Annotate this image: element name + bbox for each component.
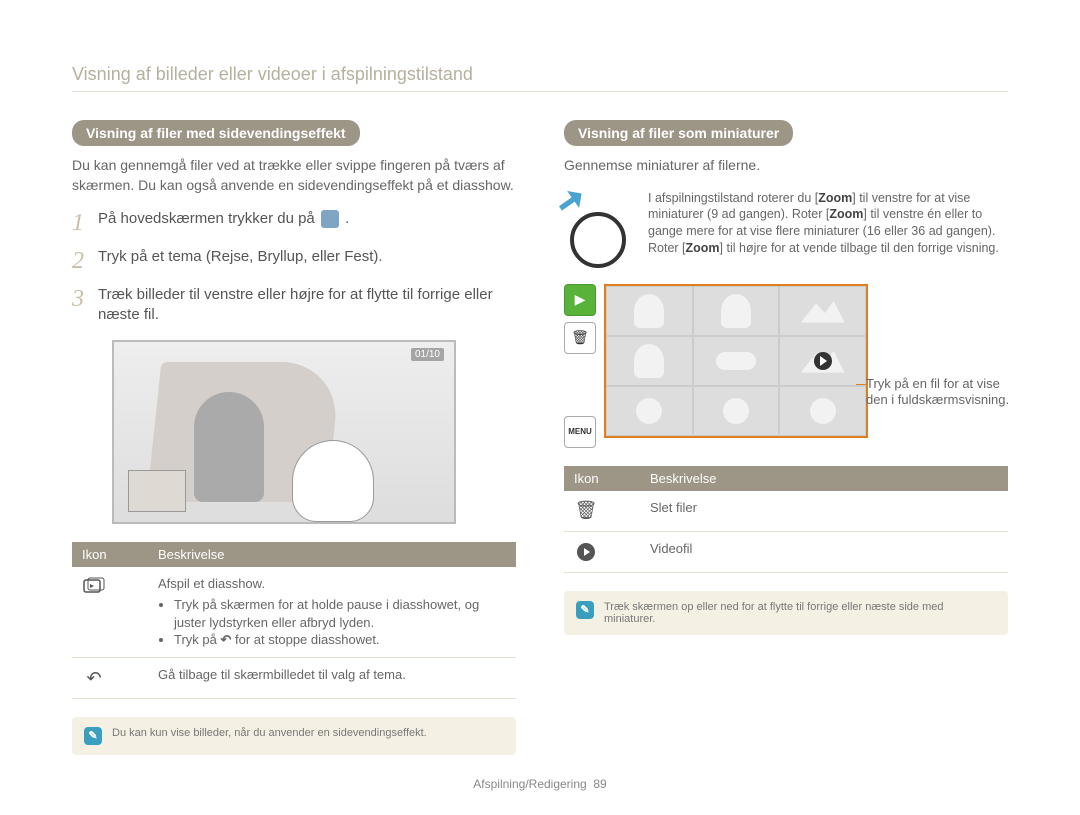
- thumbnail-cell: [779, 386, 866, 436]
- right-note: ✎ Træk skærmen op eller ned for at flytt…: [564, 591, 1008, 635]
- zoom-dial-icon: [570, 212, 626, 268]
- trash-icon: 🗑: [574, 499, 598, 523]
- right-row1-desc: Slet filer: [640, 491, 1008, 532]
- row2-desc: Gå tilbage til skærmbilledet til valg af…: [148, 657, 516, 698]
- thumbnail-grid: Tryk på en fil for at vise den i fuldskæ…: [604, 284, 868, 438]
- step-number-1: 1: [72, 209, 98, 235]
- thumbnail-cell: [693, 386, 780, 436]
- footer-page-number: 89: [593, 777, 606, 791]
- right-icon-table: Ikon Beskrivelse 🗑 Slet filer Videofil: [564, 466, 1008, 573]
- thumbnail-cell: [693, 286, 780, 336]
- thumbnail-cell: [606, 286, 693, 336]
- left-note: ✎ Du kan kun vise billeder, når du anven…: [72, 717, 516, 755]
- back-arrow-icon: ↶: [82, 666, 106, 690]
- table-row: Afspil et diasshow. Tryk på skærmen for …: [72, 567, 516, 658]
- back-icon: ↶: [220, 632, 231, 647]
- left-column: Visning af filer med sidevendingseffekt …: [72, 120, 516, 755]
- step-1-text-pre: På hovedskærmen trykker du på: [98, 210, 319, 227]
- thumbnail-cell: [606, 336, 693, 386]
- table-header-icon: Ikon: [564, 466, 640, 491]
- table-row: 🗑 Slet filer: [564, 491, 1008, 532]
- left-section-title: Visning af filer med sidevendingseffekt: [72, 120, 360, 146]
- menu-button-icon: MENU: [564, 416, 596, 448]
- right-section-title: Visning af filer som miniaturer: [564, 120, 793, 146]
- row1-bullet1: Tryk på skærmen for at holde pause i dia…: [174, 596, 506, 631]
- left-icon-table: Ikon Beskrivelse Afspil et diasshow. Try…: [72, 542, 516, 699]
- table-row: ↶ Gå tilbage til skærmbilledet til valg …: [72, 657, 516, 698]
- video-play-icon: [574, 540, 598, 564]
- breadcrumb: Visning af billeder eller videoer i afsp…: [72, 64, 1008, 92]
- right-note-text: Træk skærmen op eller ned for at flytte …: [604, 601, 996, 625]
- zoom-instructions: I afspilningstilstand roterer du [Zoom] …: [648, 190, 1008, 258]
- step-3: 3 Træk billeder til venstre eller højre …: [72, 285, 516, 326]
- step-3-text: Træk billeder til venstre eller højre fo…: [98, 285, 516, 326]
- step-2: 2 Tryk på et tema (Rejse, Bryllup, eller…: [72, 247, 516, 273]
- rotate-arrow-icon: [553, 182, 589, 218]
- right-intro: Gennemse miniaturer af filerne.: [564, 156, 1008, 176]
- footer-section: Afspilning/Redigering: [473, 777, 586, 791]
- left-intro: Du kan gennemgå filer ved at trække elle…: [72, 156, 516, 195]
- step-2-text: Tryk på et tema (Rejse, Bryllup, eller F…: [98, 247, 383, 267]
- thumbnail-cell: [693, 336, 780, 386]
- zoom-dial-illustration: [564, 190, 634, 270]
- row1-bullet2: Tryk på ↶ for at stoppe diasshowet.: [174, 631, 506, 649]
- thumbnail-video-cell: [779, 336, 866, 386]
- info-icon: ✎: [576, 601, 594, 619]
- step-1: 1 På hovedskærmen trykker du på .: [72, 209, 516, 235]
- page-flip-figure: 01/10: [112, 340, 456, 524]
- step-number-2: 2: [72, 247, 98, 273]
- row1-main: Afspil et diasshow.: [158, 576, 265, 591]
- callout-text: Tryk på en fil for at vise den i fuldskæ…: [866, 376, 1016, 410]
- figure-counter: 01/10: [411, 348, 444, 361]
- slideshow-play-icon: [82, 575, 106, 599]
- table-header-icon: Ikon: [72, 542, 148, 567]
- info-icon: ✎: [84, 727, 102, 745]
- table-header-desc: Beskrivelse: [640, 466, 1008, 491]
- left-note-text: Du kan kun vise billeder, når du anvende…: [112, 727, 427, 739]
- table-row: Videofil: [564, 531, 1008, 572]
- play-button-icon: ▶: [564, 284, 596, 316]
- thumbnail-cell: [606, 386, 693, 436]
- album-icon: [321, 210, 339, 228]
- thumbnail-cell: [779, 286, 866, 336]
- right-row2-desc: Videofil: [640, 531, 1008, 572]
- step-1-text-post: .: [345, 210, 349, 227]
- hand-icon: [292, 440, 374, 522]
- table-header-desc: Beskrivelse: [148, 542, 516, 567]
- right-column: Visning af filer som miniaturer Gennemse…: [564, 120, 1008, 755]
- page-footer: Afspilning/Redigering 89: [0, 777, 1080, 791]
- trash-button-icon: 🗑: [564, 322, 596, 354]
- step-number-3: 3: [72, 285, 98, 311]
